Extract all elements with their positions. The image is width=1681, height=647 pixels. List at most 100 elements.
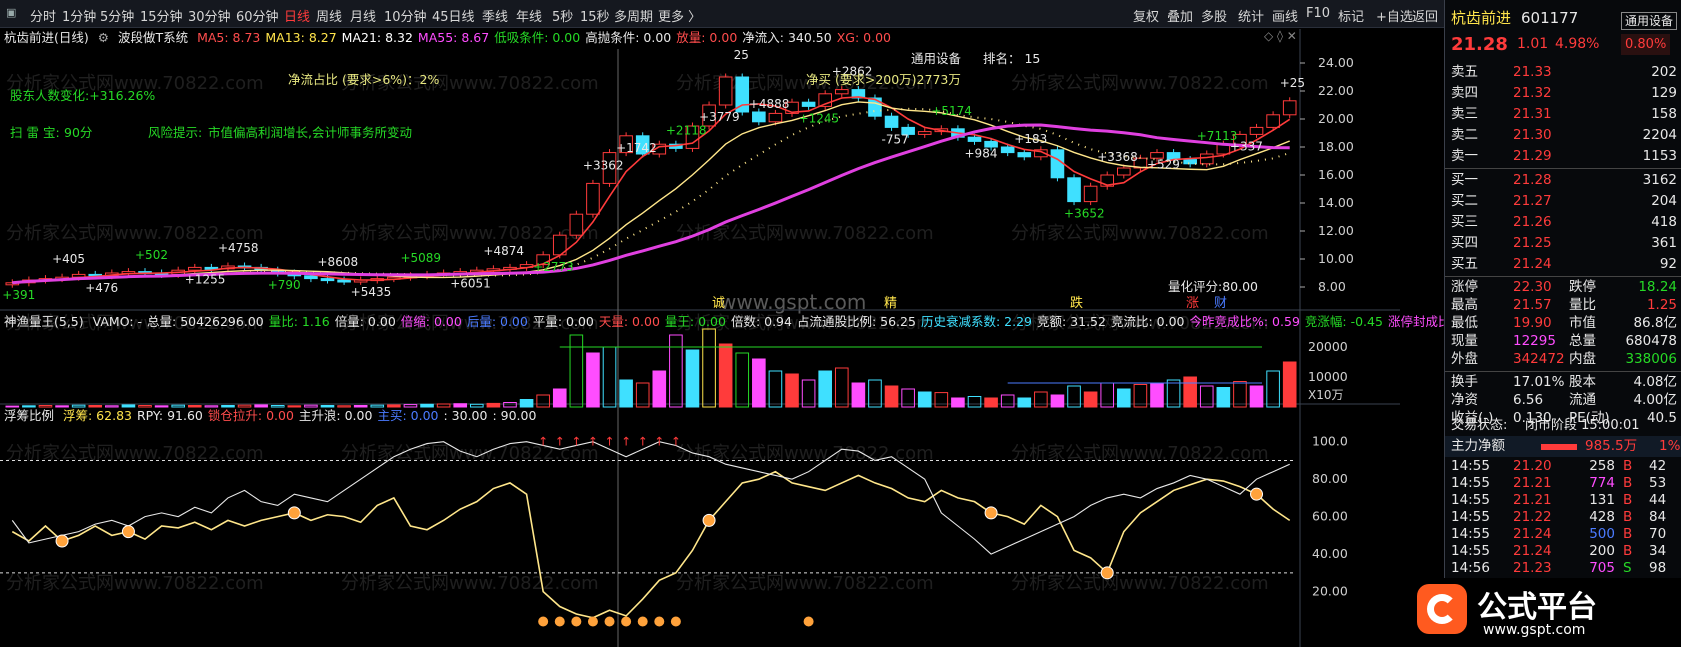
toolbar-right-item[interactable]: 多股: [1201, 6, 1227, 25]
arrow-up-icon: ↑: [571, 434, 581, 448]
bid-label: 买一: [1451, 172, 1478, 188]
volume-bar: [951, 397, 965, 408]
toolbar-item[interactable]: 15分钟: [140, 6, 183, 25]
volume-bar: [1083, 391, 1098, 408]
scan-value: 90分: [64, 125, 93, 140]
toolbar-right-item[interactable]: 返回: [1412, 6, 1438, 25]
legend-item: 低吸条件: 0.00: [494, 30, 581, 45]
volume-bar: [934, 392, 949, 408]
candle-body: [187, 266, 202, 271]
toolbar-item[interactable]: 60分钟: [236, 6, 279, 25]
ask-price: 21.30: [1513, 127, 1552, 143]
chip-y-tick: 60.00: [1312, 509, 1348, 524]
ask-label: 卖五: [1451, 64, 1478, 80]
flow-label: +529: [1147, 158, 1180, 172]
toolbar-right-item[interactable]: 画线: [1272, 6, 1298, 25]
legend-item: 平量: 0.00: [532, 314, 594, 329]
stat-label: 流通: [1569, 392, 1596, 408]
toolbar-item-more[interactable]: 更多 〉: [658, 6, 701, 25]
rank-label: 排名： 15: [983, 51, 1041, 66]
candle-body: [1050, 149, 1065, 179]
chip-y-tick: 80.00: [1312, 471, 1348, 486]
flow-label: +476: [85, 281, 118, 295]
net-flow-ratio: 净流占比 (要求>6%)：2%: [288, 72, 440, 87]
volume-bar: [1233, 381, 1247, 408]
volume-bar: [685, 349, 700, 408]
stat-row: 涨停 22.30 跌停 18.24: [1445, 278, 1681, 296]
tick-side: B: [1623, 492, 1633, 508]
flow-label: +1742: [616, 141, 657, 155]
legend-item: VAMO: -: [92, 314, 143, 329]
toolbar-item[interactable]: 5秒: [552, 6, 573, 25]
toolbar-item[interactable]: 5分钟: [100, 6, 134, 25]
toolbar-item[interactable]: 1分钟: [62, 6, 96, 25]
legend-item: 天量: 0.00: [598, 314, 660, 329]
toolbar-item[interactable]: 15秒: [580, 6, 610, 25]
toolbar-right-item[interactable]: 统计: [1238, 6, 1264, 25]
toolbar-item[interactable]: 年线: [516, 6, 542, 25]
main-flow-pct: 1%: [1659, 438, 1681, 454]
indicator-name[interactable]: 波段做T系统: [118, 30, 188, 45]
settings-icon[interactable]: ⚙: [98, 30, 109, 45]
arrow-up-icon: ↑: [605, 434, 615, 448]
ask-row: 卖三 21.31 158: [1445, 104, 1681, 125]
toolbar-right-item[interactable]: 复权: [1133, 6, 1159, 25]
bid-row: 买三 21.26 418: [1445, 212, 1681, 233]
chip-signal-icon: [55, 534, 69, 548]
tick-time: 14:55: [1451, 526, 1490, 542]
tick-count: 70: [1649, 526, 1667, 542]
candle-body: [337, 279, 351, 283]
flow-label: +405: [52, 252, 85, 266]
toolbar-item[interactable]: 季线: [482, 6, 508, 25]
stat-value: 338006: [1625, 351, 1677, 367]
stat-value: 21.57: [1513, 297, 1552, 313]
toolbar-item[interactable]: 分时: [30, 6, 56, 25]
ask-price: 21.29: [1513, 148, 1552, 164]
toolbar-right-item[interactable]: 叠加: [1167, 6, 1193, 25]
stock-code: 601177: [1521, 9, 1579, 27]
volume-bar: [1000, 394, 1015, 408]
volume-bar: [1183, 376, 1197, 408]
toolbar-right-item[interactable]: F10: [1306, 6, 1330, 21]
volume-bar: [1249, 385, 1264, 408]
chart-area[interactable]: 分析家公式网www.70822.com 分析家公式网www.70822.com 分析…: [0, 29, 1486, 647]
flow-label: +3362: [583, 158, 624, 172]
legend-item: 竞流比: 0.00: [1110, 314, 1185, 329]
stat-label: 股本: [1569, 374, 1596, 390]
ask-label: 卖三: [1451, 106, 1478, 122]
industry-badge[interactable]: 通用设备: [1621, 12, 1678, 30]
volume-bar: [536, 394, 550, 408]
toolbar-item-daily[interactable]: 日线: [284, 6, 310, 25]
panel-controls[interactable]: ◇ ◊ ✕: [1264, 29, 1297, 43]
flow-label: -757: [882, 132, 909, 146]
legend-item: 锁仓拉升: 0.00: [207, 408, 294, 423]
toolbar-item[interactable]: 45日线: [432, 6, 475, 25]
tick-price: 21.21: [1513, 475, 1552, 491]
toolbar-item[interactable]: 10分钟: [384, 6, 427, 25]
volume-bar: [884, 385, 899, 408]
flow-label: +8608: [318, 255, 359, 269]
legend-item: 占流通股比例: 56.25: [796, 314, 916, 329]
orderbook-divider: [1445, 276, 1681, 277]
toolbar-item[interactable]: 30分钟: [188, 6, 231, 25]
toolbar-item[interactable]: 多周期: [614, 6, 653, 25]
tick-volume: 258: [1589, 458, 1615, 474]
candle-body: [1117, 167, 1131, 176]
stat-row: 最低 19.90 市值 86.8亿: [1445, 314, 1681, 332]
price-change: 1.01: [1517, 36, 1549, 52]
toolbar-right-item[interactable]: 标记: [1338, 6, 1364, 25]
main-y-tick: 14.00: [1318, 195, 1354, 210]
chip-signal-icon: [287, 506, 301, 520]
toolbar-item[interactable]: 月线: [350, 6, 376, 25]
price-change-pct: 4.98%: [1555, 36, 1600, 52]
toolbar-item[interactable]: 周线: [316, 6, 342, 25]
chip-indicator-name[interactable]: 浮筹比例: [4, 408, 54, 423]
window-menu-icon[interactable]: ▣: [6, 6, 16, 19]
price-row: 21.28 1.01 4.98% 0.80%: [1445, 34, 1681, 58]
volume-indicator-name[interactable]: 神渔量王(5,5): [4, 314, 84, 329]
candle-body: [1282, 100, 1297, 116]
candle-body: [586, 182, 600, 215]
candle-body: [1266, 114, 1280, 128]
toolbar-right-item[interactable]: +自选: [1376, 6, 1413, 25]
flow-label: +5435: [351, 285, 392, 299]
